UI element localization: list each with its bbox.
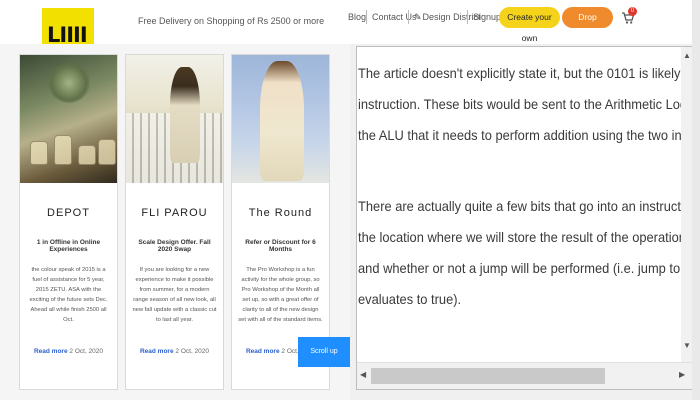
card-image [126,55,223,183]
read-more-link[interactable]: Read more [34,348,68,355]
jar-decor [30,141,48,165]
nav-divider [408,10,409,24]
article-line: instruction. These bits would be sent to… [358,96,694,112]
card-image [20,55,117,183]
arrow-down-icon[interactable]: ▼ [683,341,691,350]
card-description: The Pro Workshop is a fun activity for t… [238,267,323,323]
brand-logo[interactable]: LIIII [42,8,94,44]
nav-blog[interactable]: Blog [348,12,366,22]
nav-signup[interactable]: Signup [473,12,501,22]
card-title: DEPOT [47,207,90,219]
card-title: FLI PAROU [141,207,208,219]
plant-decor [48,63,90,103]
promo-text: Free Delivery on Shopping of Rs 2500 or … [138,16,325,26]
nav-contact-us[interactable]: Contact Us [372,12,417,22]
arrow-up-icon[interactable]: ▲ [683,51,691,60]
article-text-panel: The article doesn't explicitly state it,… [350,44,700,400]
jar-decor [78,145,96,165]
article-line: and whether or not a jump will be perfor… [358,260,693,276]
card-date: 2 Oct, 2020 [69,348,104,355]
jar-decor [98,139,116,165]
nav-design-district-label: Design District [422,12,481,22]
logo-text: LIIII [47,23,88,45]
floating-scroll-button[interactable]: Scroll up [298,337,350,367]
article-line: the ALU that it needs to perform additio… [358,127,693,143]
cart-count-badge: 0 [628,7,637,16]
card-description: the colour speak of 2015 is a fuel of as… [29,267,108,323]
card-footer: Read more 2 Oct, 2020 [20,348,117,355]
article-cards-section: DEPOT 1 in Offline in Online Experiences… [0,44,350,400]
site-header: LIIII Free Delivery on Shopping of Rs 25… [0,0,700,45]
person-figure [170,67,200,163]
article-line: the location where we will store the res… [358,229,693,245]
article-card[interactable]: DEPOT 1 in Offline in Online Experiences… [19,54,118,390]
person-figure [260,61,304,181]
arrow-left-icon[interactable]: ◀ [360,370,366,379]
horizontal-scrollbar[interactable]: ◀ ▶ [357,362,693,389]
page-scrollbar[interactable] [692,0,700,400]
card-subtitle: Scale Design Offer. Fall 2020 Swap [138,239,211,253]
article-line: There are actually quite a few bits that… [358,198,693,214]
nav-divider [467,10,468,24]
pencil-icon: ✎ [414,12,422,22]
create-your-own-button[interactable]: Create your own [499,7,560,43]
article-line: evaluates to true). [358,291,462,307]
drop-complaint-button[interactable]: Drop Complaint [562,7,613,43]
article-card[interactable]: FLI PAROU Scale Design Offer. Fall 2020 … [125,54,224,390]
read-more-link[interactable]: Read more [246,348,280,355]
read-more-link[interactable]: Read more [140,348,174,355]
article-text-area[interactable]: The article doesn't explicitly state it,… [356,46,694,390]
card-title: The Round [248,207,313,219]
arrow-right-icon[interactable]: ▶ [679,370,685,379]
card-subtitle: Refer or Discount for 6 Months [245,239,316,253]
article-line: The article doesn't explicitly state it,… [358,65,693,81]
nav-divider [366,10,367,24]
card-date: 2 Oct, 2020 [175,348,210,355]
card-description: If you are looking for a new experience … [132,267,217,323]
card-image [232,55,329,183]
card-subtitle: 1 in Offline in Online Experiences [36,239,101,253]
scrollbar-thumb[interactable] [371,368,605,384]
nav-design-district[interactable]: ✎Design District [414,12,481,23]
jar-decor [54,135,72,165]
card-footer: Read more 2 Oct, 2020 [126,348,223,355]
